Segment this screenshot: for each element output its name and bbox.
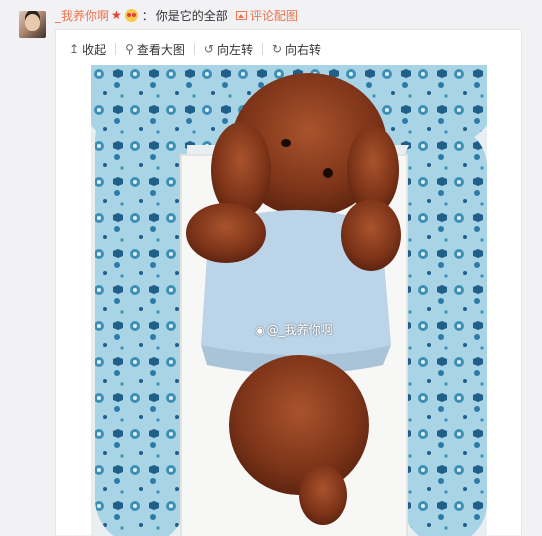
star-badge-icon: ★	[111, 8, 122, 22]
emoji-icon	[124, 8, 138, 22]
rotate-right-icon: ↻	[271, 42, 283, 56]
rotate-left-label: 向左转	[216, 42, 253, 57]
photo-watermark: ◉ @_我养你啊	[255, 321, 333, 338]
comment-text: 你是它的全部	[155, 8, 228, 23]
weibo-logo-icon: ◉	[255, 324, 265, 337]
rotate-left-icon: ↺	[203, 42, 214, 56]
toolbar-divider	[115, 43, 117, 55]
collapse-button[interactable]: ↥ 收起	[69, 41, 106, 58]
comment-line: _我养你啊 ★ ： 你是它的全部 评论配图	[55, 6, 298, 24]
comment-image-link[interactable]: 评论配图	[250, 7, 298, 24]
post-photo[interactable]: ◉ @_我养你啊	[91, 65, 487, 536]
avatar[interactable]	[19, 11, 46, 38]
media-viewer-panel: ↥ 收起 ⚲ 查看大图 ↺ 向左转 ↻ 向右转 ◉ @_我养你啊	[55, 29, 522, 536]
media-toolbar: ↥ 收起 ⚲ 查看大图 ↺ 向左转 ↻ 向右转	[69, 40, 321, 58]
view-large-button[interactable]: ⚲ 查看大图	[125, 41, 185, 58]
search-icon: ⚲	[125, 42, 134, 56]
picture-icon	[235, 10, 247, 20]
view-large-label: 查看大图	[136, 42, 185, 57]
colon: ：	[141, 8, 154, 23]
puppy-photo-illustration	[91, 65, 487, 536]
rotate-right-button[interactable]: ↻ 向右转	[272, 41, 321, 58]
watermark-text: @_我养你啊	[266, 323, 333, 337]
toolbar-divider	[261, 43, 263, 55]
collapse-icon: ↥	[69, 42, 80, 56]
collapse-label: 收起	[82, 42, 107, 57]
username-link[interactable]: _我养你啊	[55, 7, 109, 24]
rotate-right-label: 向右转	[285, 42, 322, 57]
toolbar-divider	[193, 43, 195, 55]
rotate-left-button[interactable]: ↺ 向左转	[204, 41, 253, 58]
